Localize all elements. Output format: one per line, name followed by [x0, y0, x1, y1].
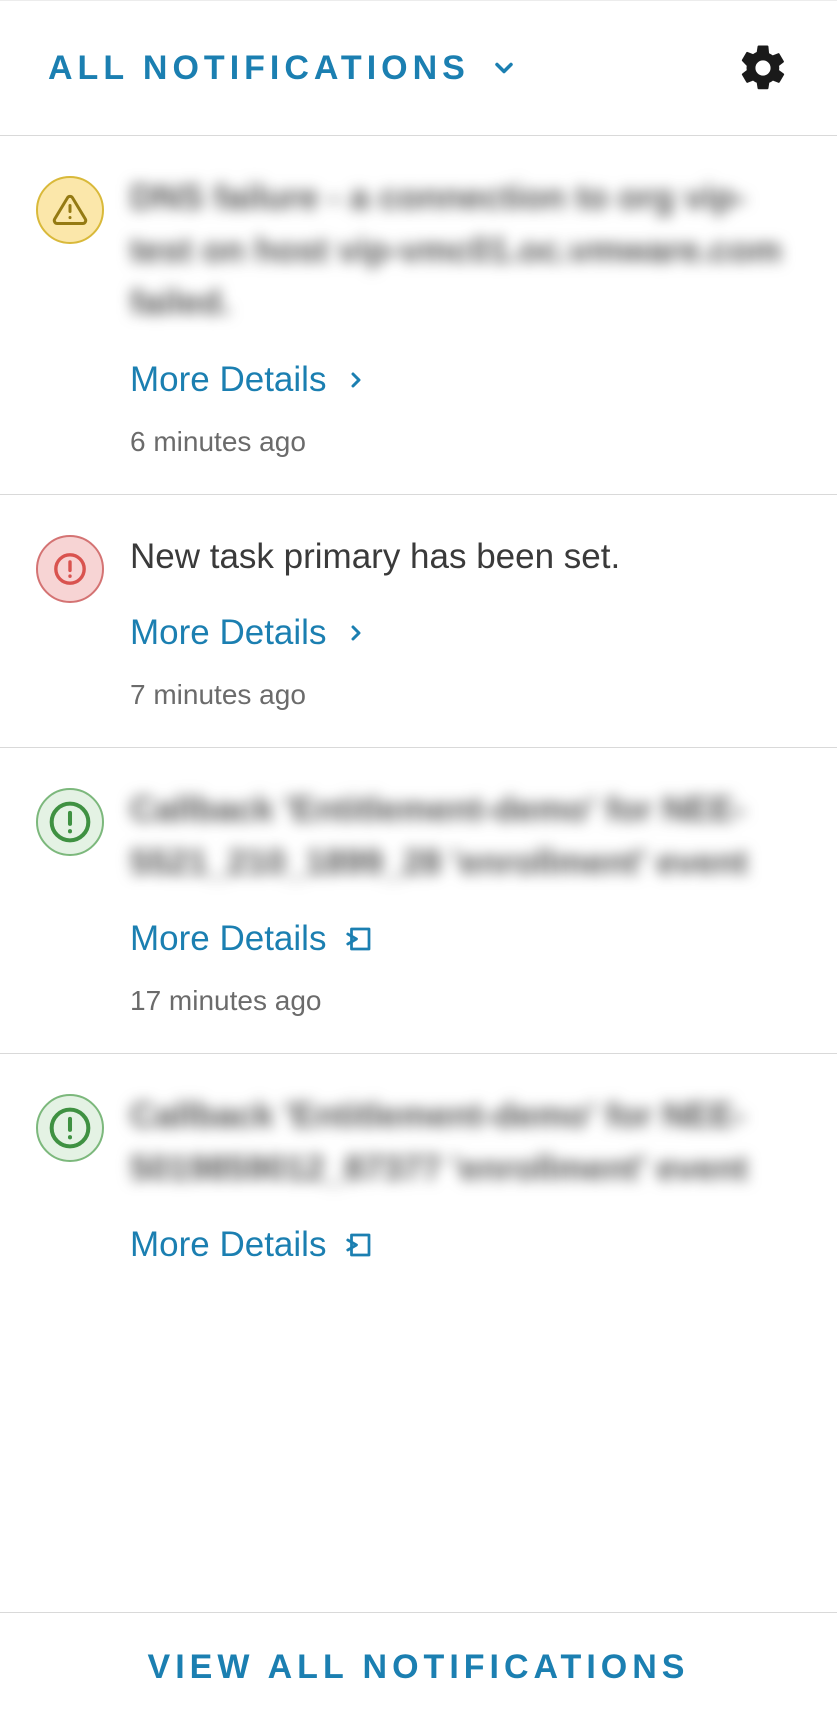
notifications-header: ALL NOTIFICATIONS	[0, 1, 837, 136]
gear-icon	[737, 42, 789, 94]
notifications-list: DNS failure - a connection to org vip-te…	[0, 136, 837, 1301]
more-details-link[interactable]: More Details	[130, 1225, 801, 1265]
notification-item: New task primary has been set. More Deta…	[0, 495, 837, 749]
more-details-link[interactable]: More Details	[130, 919, 801, 959]
chevron-down-icon	[490, 54, 518, 82]
severity-icon-info	[36, 788, 104, 856]
severity-icon-info	[36, 1094, 104, 1162]
notification-content: New task primary has been set. More Deta…	[130, 531, 801, 712]
more-details-link[interactable]: More Details	[130, 360, 801, 400]
view-all-notifications-label: VIEW ALL NOTIFICATIONS	[148, 1648, 690, 1687]
severity-icon-warning	[36, 176, 104, 244]
notification-item: DNS failure - a connection to org vip-te…	[0, 136, 837, 495]
notification-time: 6 minutes ago	[130, 426, 801, 458]
settings-button[interactable]	[737, 42, 789, 94]
notification-message: Callback 'Entitlement-demo' for NEE-5019…	[130, 1090, 801, 1195]
chevron-right-icon	[344, 621, 368, 645]
notification-time: 7 minutes ago	[130, 679, 801, 711]
notification-item: Callback 'Entitlement-demo' for NEE-5019…	[0, 1054, 837, 1301]
more-details-link[interactable]: More Details	[130, 613, 801, 653]
notification-content: Callback 'Entitlement-demo' for NEE-5019…	[130, 1090, 801, 1265]
more-details-label: More Details	[130, 613, 326, 653]
chevron-right-icon	[344, 368, 368, 392]
alert-circle-icon	[53, 552, 87, 586]
external-link-icon	[344, 1230, 374, 1260]
more-details-label: More Details	[130, 360, 326, 400]
warning-triangle-icon	[52, 192, 88, 228]
filter-dropdown-label: ALL NOTIFICATIONS	[48, 49, 470, 88]
more-details-label: More Details	[130, 919, 326, 959]
notification-message: New task primary has been set.	[130, 531, 801, 584]
filter-dropdown[interactable]: ALL NOTIFICATIONS	[48, 49, 518, 88]
notification-content: DNS failure - a connection to org vip-te…	[130, 172, 801, 458]
alert-circle-icon	[48, 1106, 92, 1150]
severity-icon-error	[36, 535, 104, 603]
notification-message: Callback 'Entitlement-demo' for NEE-5521…	[130, 784, 801, 889]
notification-message: DNS failure - a connection to org vip-te…	[130, 172, 801, 330]
more-details-label: More Details	[130, 1225, 326, 1265]
external-link-icon	[344, 924, 374, 954]
view-all-notifications-button[interactable]: VIEW ALL NOTIFICATIONS	[0, 1612, 837, 1722]
notification-content: Callback 'Entitlement-demo' for NEE-5521…	[130, 784, 801, 1017]
notification-item: Callback 'Entitlement-demo' for NEE-5521…	[0, 748, 837, 1054]
notification-time: 17 minutes ago	[130, 985, 801, 1017]
alert-circle-icon	[48, 800, 92, 844]
